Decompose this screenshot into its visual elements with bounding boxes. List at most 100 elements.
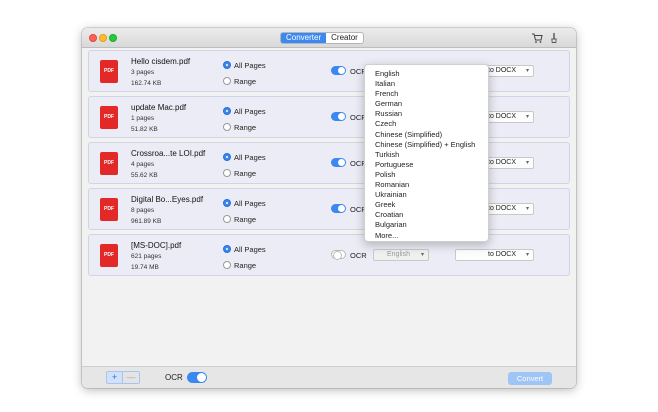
ocr-toggle[interactable] bbox=[331, 112, 346, 121]
range-radio[interactable]: Range bbox=[223, 168, 283, 178]
file-row[interactable]: PDF Hello cisdem.pdf 3 pages 162.74 KB A… bbox=[88, 50, 570, 92]
output-format-value: to DOCX bbox=[488, 113, 517, 120]
file-page-count: 1 pages bbox=[131, 115, 155, 122]
range-label: Range bbox=[234, 76, 257, 86]
language-menu-item[interactable]: Chinese (Simplified) bbox=[365, 130, 488, 140]
bottom-bar: + — OCR Convert bbox=[82, 366, 576, 388]
close-window-button[interactable] bbox=[89, 34, 97, 42]
radio-unselected-indicator bbox=[223, 123, 231, 131]
pdf-file-icon: PDF bbox=[100, 198, 118, 221]
file-row[interactable]: PDF Digital Bo...Eyes.pdf 8 pages 961.89… bbox=[88, 188, 570, 230]
pdf-icon-label: PDF bbox=[104, 160, 114, 166]
all-pages-label: All Pages bbox=[234, 60, 266, 70]
radio-selected-indicator bbox=[223, 199, 231, 207]
add-file-button[interactable]: + bbox=[107, 372, 123, 383]
radio-selected-indicator bbox=[223, 107, 231, 115]
file-page-count: 8 pages bbox=[131, 207, 155, 214]
all-pages-label: All Pages bbox=[234, 106, 266, 116]
file-name: [MS-DOC].pdf bbox=[131, 241, 182, 250]
radio-unselected-indicator bbox=[223, 77, 231, 85]
all-pages-radio[interactable]: All Pages bbox=[223, 152, 283, 162]
language-menu-item[interactable]: Czech bbox=[365, 119, 488, 129]
cart-icon[interactable] bbox=[531, 32, 543, 44]
file-name: Hello cisdem.pdf bbox=[131, 57, 191, 66]
language-menu-item[interactable]: More... bbox=[365, 231, 488, 241]
global-ocr-label: OCR bbox=[165, 373, 183, 382]
tab-creator[interactable]: Creator bbox=[326, 33, 363, 43]
language-menu-item[interactable]: French bbox=[365, 89, 488, 99]
file-page-count: 4 pages bbox=[131, 161, 155, 168]
radio-unselected-indicator bbox=[223, 261, 231, 269]
pdf-icon-label: PDF bbox=[104, 252, 114, 258]
all-pages-radio[interactable]: All Pages bbox=[223, 106, 283, 116]
minimize-window-button[interactable] bbox=[99, 34, 107, 42]
mode-segmented-control: Converter Creator bbox=[280, 32, 364, 44]
pdf-icon-label: PDF bbox=[104, 68, 114, 74]
language-menu-item[interactable]: German bbox=[365, 99, 488, 109]
chevron-down-icon: ▾ bbox=[525, 206, 529, 212]
file-size: 19.74 MB bbox=[131, 264, 159, 271]
language-menu-item[interactable]: Romanian bbox=[365, 180, 488, 190]
file-size: 51.82 KB bbox=[131, 126, 158, 133]
file-name: update Mac.pdf bbox=[131, 103, 187, 112]
language-menu-item[interactable]: Portuguese bbox=[365, 160, 488, 170]
output-format-value: to DOCX bbox=[488, 205, 517, 212]
file-size: 55.62 KB bbox=[131, 172, 158, 179]
convert-button[interactable]: Convert bbox=[508, 372, 552, 385]
language-menu-item[interactable]: Italian bbox=[365, 79, 488, 89]
all-pages-radio[interactable]: All Pages bbox=[223, 198, 283, 208]
all-pages-radio[interactable]: All Pages bbox=[223, 60, 283, 70]
global-ocr-toggle[interactable] bbox=[187, 372, 207, 383]
radio-selected-indicator bbox=[223, 61, 231, 69]
ocr-language-select[interactable]: English ▾ bbox=[373, 249, 429, 261]
output-format-value: to DOCX bbox=[488, 159, 517, 166]
all-pages-label: All Pages bbox=[234, 198, 266, 208]
file-page-count: 621 pages bbox=[131, 253, 162, 260]
language-menu-item[interactable]: Ukrainian bbox=[365, 190, 488, 200]
range-label: Range bbox=[234, 260, 257, 270]
language-menu-item[interactable]: Turkish bbox=[365, 150, 488, 160]
pdf-file-icon: PDF bbox=[100, 244, 118, 267]
language-menu-item[interactable]: Chinese (Simplified) + English bbox=[365, 140, 488, 150]
file-row[interactable]: PDF [MS-DOC].pdf 621 pages 19.74 MB All … bbox=[88, 234, 570, 276]
range-radio[interactable]: Range bbox=[223, 76, 283, 86]
range-radio[interactable]: Range bbox=[223, 214, 283, 224]
range-label: Range bbox=[234, 214, 257, 224]
title-bar: Converter Creator bbox=[82, 28, 576, 48]
radio-unselected-indicator bbox=[223, 169, 231, 177]
file-row[interactable]: PDF update Mac.pdf 1 pages 51.82 KB All … bbox=[88, 96, 570, 138]
language-menu-item[interactable]: English bbox=[365, 69, 488, 79]
ocr-toggle[interactable] bbox=[331, 66, 346, 75]
zoom-window-button[interactable] bbox=[109, 34, 117, 42]
radio-selected-indicator bbox=[223, 245, 231, 253]
file-size: 162.74 KB bbox=[131, 80, 162, 87]
remove-file-button[interactable]: — bbox=[123, 372, 139, 383]
language-menu-item[interactable]: Bulgarian bbox=[365, 220, 488, 230]
range-label: Range bbox=[234, 168, 257, 178]
file-row[interactable]: PDF Crossroa...te LOI.pdf 4 pages 55.62 … bbox=[88, 142, 570, 184]
range-radio[interactable]: Range bbox=[223, 122, 283, 132]
brush-icon[interactable] bbox=[548, 32, 560, 44]
radio-unselected-indicator bbox=[223, 215, 231, 223]
chevron-down-icon: ▾ bbox=[525, 114, 529, 120]
pdf-icon-label: PDF bbox=[104, 114, 114, 120]
pdf-file-icon: PDF bbox=[100, 60, 118, 83]
range-radio[interactable]: Range bbox=[223, 260, 283, 270]
file-name: Crossroa...te LOI.pdf bbox=[131, 149, 206, 158]
pdf-file-icon: PDF bbox=[100, 152, 118, 175]
tab-converter[interactable]: Converter bbox=[281, 33, 327, 43]
language-menu-item[interactable]: Polish bbox=[365, 170, 488, 180]
range-label: Range bbox=[234, 122, 257, 132]
chevron-down-icon: ▾ bbox=[420, 252, 424, 258]
pdf-file-icon: PDF bbox=[100, 106, 118, 129]
chevron-down-icon: ▾ bbox=[525, 160, 529, 166]
output-format-select[interactable]: to DOCX ▾ bbox=[455, 249, 534, 261]
language-menu-item[interactable]: Croatian bbox=[365, 210, 488, 220]
all-pages-radio[interactable]: All Pages bbox=[223, 244, 283, 254]
file-name: Digital Bo...Eyes.pdf bbox=[131, 195, 204, 204]
ocr-toggle[interactable] bbox=[331, 250, 346, 260]
language-menu-item[interactable]: Russian bbox=[365, 109, 488, 119]
ocr-toggle[interactable] bbox=[331, 158, 346, 167]
language-menu-item[interactable]: Greek bbox=[365, 200, 488, 210]
ocr-toggle[interactable] bbox=[331, 204, 346, 213]
